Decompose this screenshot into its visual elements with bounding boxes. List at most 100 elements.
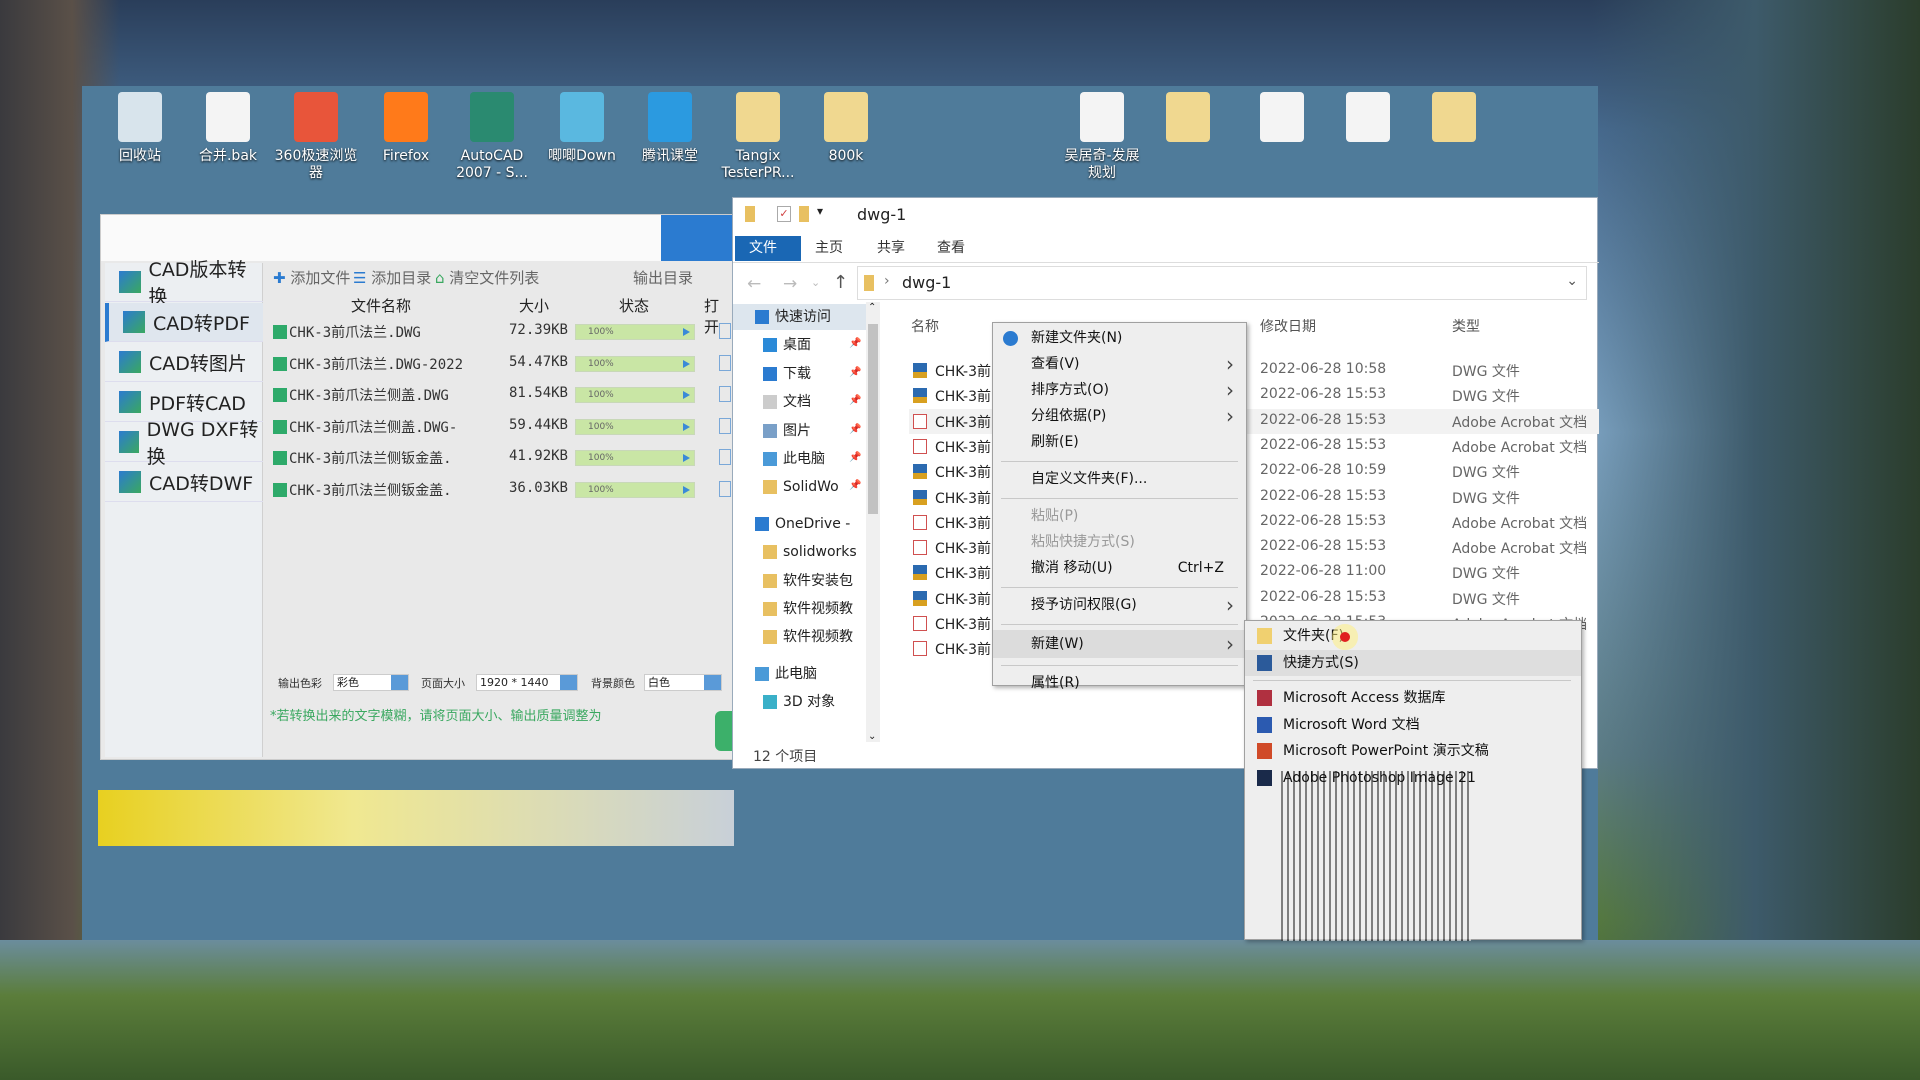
open-file-icon[interactable] [719,449,731,466]
file-row[interactable]: CHK-3前爪法兰.DWG 72.39KB 100% [273,317,733,347]
menu-item[interactable]: 撤消 移动(U) Ctrl+Z [993,556,1246,580]
play-icon[interactable] [683,359,690,368]
cad-sidebar-item[interactable]: CAD转PDF [105,303,263,342]
nav-item[interactable]: 此电脑 [755,661,817,687]
cad-sidebar-item[interactable]: CAD转DWF [105,463,263,502]
nav-item[interactable]: 软件视频教 [763,624,853,650]
desktop-icon[interactable]: 回收站 [98,92,182,165]
pin-icon[interactable]: 📌 [849,367,861,378]
add-directory-button[interactable]: ☰ 添加目录 [353,267,431,288]
play-icon[interactable] [683,328,690,336]
back-arrow-icon[interactable]: ← [747,274,761,294]
cad-sidebar-item[interactable]: DWG DXF转换 [105,419,263,468]
open-file-icon[interactable] [719,481,731,497]
menu-item[interactable]: 属性(R) [993,671,1246,695]
menu-item[interactable]: 查看(V) › [993,352,1246,376]
scroll-down-icon[interactable]: ⌄ [868,731,876,742]
submenu-item[interactable]: Microsoft PowerPoint 演示文稿 [1245,738,1581,764]
desktop-icon[interactable] [1146,92,1230,148]
cad-sidebar-item[interactable]: CAD版本转换 [105,259,263,308]
menu-item[interactable]: 粘贴快捷方式(S) [993,530,1246,554]
file-row[interactable]: CHK-3前爪法兰侧钣金盖. 36.03KB 100% [273,475,733,505]
nav-scrollbar[interactable]: ⌃ ⌄ [866,302,880,742]
nav-item[interactable]: 软件安装包 [763,568,853,594]
properties-icon[interactable]: ✓ [777,206,791,222]
ribbon-tab[interactable]: 共享 [863,236,919,261]
output-dir-label[interactable]: 输出目录 [633,267,693,288]
open-file-icon[interactable] [719,323,731,339]
open-file-icon[interactable] [719,354,731,371]
ribbon-tab[interactable]: 主页 [801,236,857,261]
desktop-icon[interactable]: 腾讯课堂 [628,92,712,165]
menu-item[interactable]: 刷新(E) [993,430,1246,454]
play-icon[interactable] [683,454,690,463]
new-folder-quick-icon[interactable] [799,206,809,222]
play-icon[interactable] [683,391,690,400]
cad-sidebar-item[interactable]: CAD转图片 [105,343,263,382]
up-arrow-icon[interactable]: ↑ [833,272,848,293]
desktop-icon[interactable] [1412,92,1496,148]
menu-item[interactable]: 新建文件夹(N) [993,326,1246,350]
output-color-select[interactable]: 彩色 [333,674,409,691]
submenu-item[interactable]: 文件夹(F) [1245,623,1581,649]
submenu-item[interactable]: Microsoft Access 数据库 [1245,685,1581,711]
submenu-item[interactable]: Adobe Photoshop Image 21 [1245,765,1581,791]
recent-dropdown-icon[interactable]: ⌄ [811,276,820,289]
nav-item[interactable]: solidworks [763,539,857,565]
menu-item[interactable]: 分组依据(P) › [993,404,1246,428]
open-file-icon[interactable] [719,417,731,434]
nav-item[interactable]: OneDrive - [755,511,850,537]
file-row[interactable]: CHK-3前爪法兰侧盖.DWG 81.54KB 100% [273,380,733,410]
scroll-up-icon[interactable]: ⌃ [868,302,876,313]
clear-list-button[interactable]: ⌂ 清空文件列表 [435,267,539,288]
menu-item[interactable]: 授予访问权限(G) › [993,593,1246,617]
ribbon-tab[interactable]: 查看 [923,236,979,261]
address-bar[interactable]: › dwg-1 ⌄ [857,266,1587,300]
menu-item[interactable]: 自定义文件夹(F)... [993,467,1246,491]
page-size-select[interactable]: 1920 * 1440 [476,674,578,691]
menu-item[interactable]: 粘贴(P) [993,504,1246,528]
bg-color-select[interactable]: 白色 [644,674,722,691]
file-row[interactable]: CHK-3前爪法兰侧钣金盖. 41.92KB 100% [273,443,733,473]
nav-item[interactable]: 此电脑 [763,446,825,472]
pin-icon[interactable]: 📌 [849,480,861,491]
desktop-icon[interactable]: 吴居奇-发展规划 [1060,92,1144,182]
nav-item[interactable]: 文档 [763,389,811,415]
add-file-button[interactable]: ✚ 添加文件 [273,267,350,288]
address-dropdown-icon[interactable]: ⌄ [1566,273,1578,289]
desktop-icon[interactable]: 合并.bak [186,92,270,165]
file-row[interactable]: CHK-3前爪法兰.DWG-2022 54.47KB 100% [273,349,733,379]
pin-icon[interactable]: 📌 [849,395,861,406]
submenu-item[interactable]: 快捷方式(S) [1245,649,1581,676]
play-icon[interactable] [683,486,690,494]
submenu-item[interactable]: Microsoft Word 文档 [1245,712,1581,738]
ribbon-tab[interactable]: 文件 [735,236,801,261]
forward-arrow-icon[interactable]: → [783,274,797,294]
col-header-date[interactable]: 修改日期 [1260,316,1316,336]
play-icon[interactable] [683,422,690,431]
menu-item[interactable]: 排序方式(O) › [993,378,1246,402]
nav-item[interactable]: 图片 [763,418,811,444]
desktop-icon[interactable]: 360极速浏览器 [274,92,358,182]
desktop-icon[interactable] [1240,92,1324,148]
desktop-icon[interactable] [1326,92,1410,148]
nav-item[interactable]: 3D 对象 [763,689,835,715]
desktop-icon[interactable]: 唧唧Down [540,92,624,165]
desktop-icon[interactable]: AutoCAD 2007 - S... [450,92,534,182]
menu-item[interactable]: 新建(W) › [993,630,1246,658]
pin-icon[interactable]: 📌 [849,452,861,463]
desktop-icon[interactable]: 800k [804,92,888,165]
nav-item[interactable]: 桌面 [763,332,811,358]
col-header-name[interactable]: 名称 [911,316,939,336]
nav-item[interactable]: 快速访问 [733,304,866,330]
nav-item[interactable]: 软件视频教 [763,596,853,622]
file-row[interactable]: CHK-3前爪法兰侧盖.DWG- 59.44KB 100% [273,412,733,442]
desktop-icon[interactable]: Firefox [364,92,448,165]
nav-item[interactable]: 下载 [763,361,811,387]
quick-access-dropdown-icon[interactable]: ▾ [817,204,823,218]
pin-icon[interactable]: 📌 [849,338,861,349]
col-header-type[interactable]: 类型 [1452,316,1480,336]
scroll-thumb[interactable] [868,324,878,514]
nav-item[interactable]: SolidWo [763,474,839,500]
desktop-icon[interactable]: Tangix TesterPR... [716,92,800,182]
